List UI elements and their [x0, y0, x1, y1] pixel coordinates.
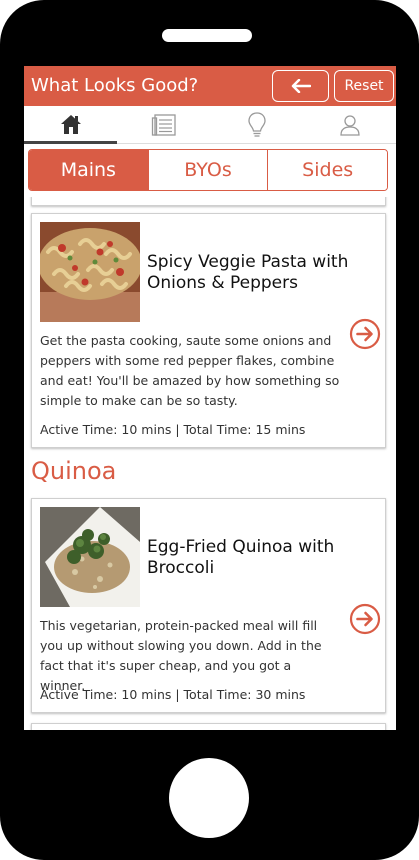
recipe-card-partial[interactable]: [31, 197, 386, 206]
recipe-card-partial[interactable]: [31, 723, 386, 730]
nav-item-home[interactable]: [24, 106, 117, 144]
recipe-photo-quinoa: [40, 507, 140, 607]
recipe-photo-pasta: [40, 222, 140, 322]
nav-item-profile[interactable]: [303, 106, 396, 144]
speaker: [162, 29, 252, 42]
arrow-right-circle-icon[interactable]: [349, 318, 381, 350]
app-screen: What Looks Good? Reset Mains BYOs Sides …: [24, 66, 396, 730]
home-icon: [60, 114, 81, 134]
recipe-title[interactable]: Egg-Fried Quinoa with Broccoli: [147, 537, 372, 579]
page-title: What Looks Good?: [31, 75, 199, 96]
nav-item-list[interactable]: [117, 106, 210, 144]
tab-mains[interactable]: Mains: [29, 150, 149, 190]
phone-frame: What Looks Good? Reset Mains BYOs Sides …: [0, 0, 419, 860]
tab-byos[interactable]: BYOs: [148, 150, 269, 190]
recipe-card[interactable]: Egg-Fried Quinoa with Broccoli This vege…: [31, 498, 386, 713]
lightbulb-icon: [247, 112, 266, 137]
recipe-description: This vegetarian, protein-packed meal wil…: [40, 618, 322, 693]
recipe-time: Active Time: 10 mins | Total Time: 30 mi…: [40, 687, 306, 702]
user-icon: [339, 115, 360, 136]
recipe-time: Active Time: 10 mins | Total Time: 15 mi…: [40, 422, 306, 437]
app-header: What Looks Good? Reset: [24, 66, 396, 106]
nav-item-ideas[interactable]: [210, 106, 303, 144]
section-title-quinoa: Quinoa: [31, 457, 117, 485]
recipe-title[interactable]: Spicy Veggie Pasta with Onions & Peppers: [147, 252, 372, 294]
recipe-description: Get the pasta cooking, saute some onions…: [40, 333, 340, 408]
arrow-right-circle-icon[interactable]: [349, 603, 381, 635]
reset-button[interactable]: Reset: [334, 70, 394, 102]
document-icon: [151, 114, 176, 136]
recipe-card[interactable]: Spicy Veggie Pasta with Onions & Peppers…: [31, 213, 386, 448]
back-button[interactable]: [272, 70, 329, 102]
tab-sides[interactable]: Sides: [268, 150, 387, 190]
category-tabs: Mains BYOs Sides: [28, 149, 388, 191]
nav-bar: [24, 106, 396, 144]
recipe-list[interactable]: Spicy Veggie Pasta with Onions & Peppers…: [24, 197, 396, 730]
arrow-left-icon: [291, 79, 311, 93]
home-button[interactable]: [169, 758, 249, 838]
